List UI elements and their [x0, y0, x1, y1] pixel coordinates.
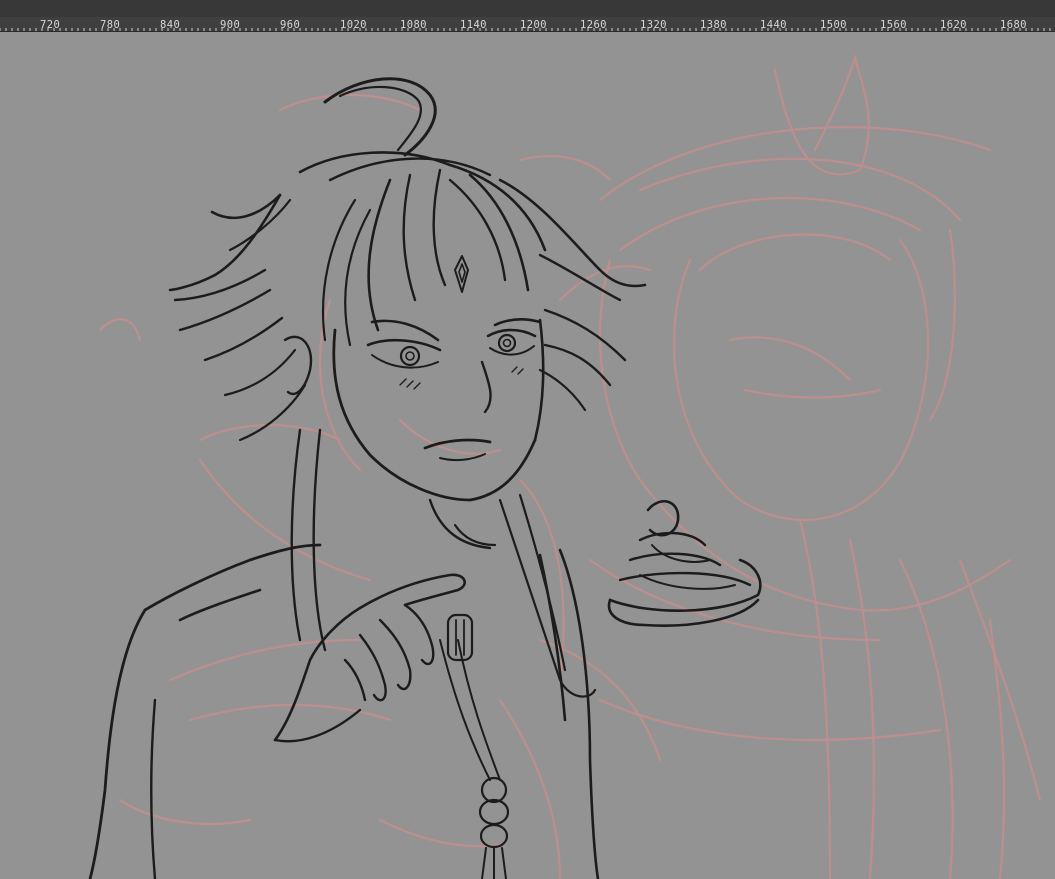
ruler-label: 840 [160, 19, 180, 31]
ruler-label: 1260 [580, 19, 607, 31]
ruler-label: 1080 [400, 19, 427, 31]
ruler-label: 1680 [1000, 19, 1027, 31]
drawing-canvas[interactable] [0, 32, 1055, 879]
ruler-label: 900 [220, 19, 240, 31]
ruler-labels: 720 780 840 900 960 1020 1080 1140 1200 … [40, 19, 1027, 31]
ruler-label: 1440 [760, 19, 787, 31]
ruler-label: 1320 [640, 19, 667, 31]
ruler-label: 1500 [820, 19, 847, 31]
horizontal-ruler[interactable]: 720 780 840 900 960 1020 1080 1140 1200 … [0, 17, 1055, 32]
ruler-graphic: 720 780 840 900 960 1020 1080 1140 1200 … [0, 19, 1051, 31]
ruler-label: 780 [100, 19, 120, 31]
sketch-layer [98, 53, 1042, 879]
artwork [88, 53, 1042, 879]
ruler-label: 1620 [940, 19, 967, 31]
ruler-label: 1140 [460, 19, 487, 31]
drawing-app-window: 720 780 840 900 960 1020 1080 1140 1200 … [0, 0, 1055, 879]
title-bar [0, 0, 1055, 17]
ruler-label: 1560 [880, 19, 907, 31]
ruler-label: 1200 [520, 19, 547, 31]
ruler-label: 1380 [700, 19, 727, 31]
ruler-label: 1020 [340, 19, 367, 31]
ruler-label: 720 [40, 19, 60, 31]
ruler-label: 960 [280, 19, 300, 31]
